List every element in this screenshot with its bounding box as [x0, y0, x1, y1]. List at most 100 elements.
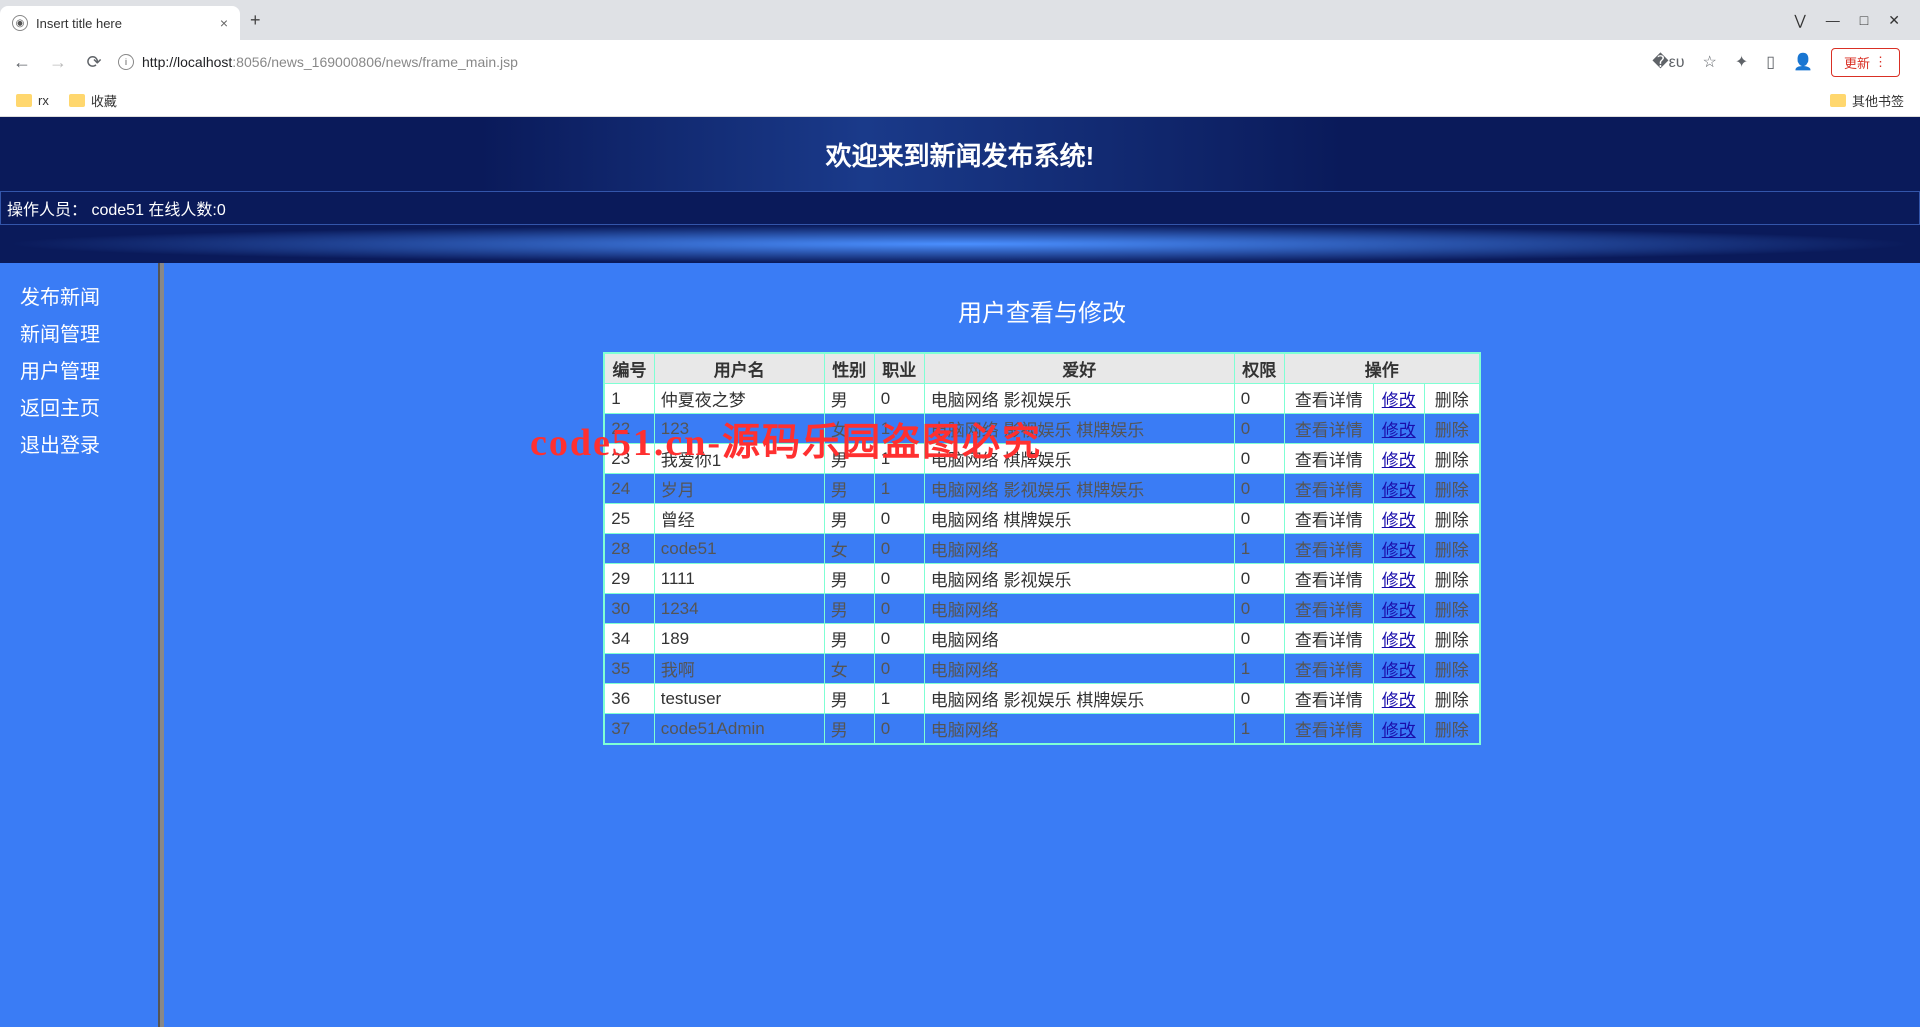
profile-icon[interactable]: 👤 — [1793, 52, 1813, 72]
cell-gender: 女 — [824, 534, 874, 564]
delete-link[interactable]: 删除 — [1431, 721, 1473, 740]
delete-link[interactable]: 删除 — [1431, 541, 1473, 560]
operator-label: 操作人员： — [7, 202, 87, 219]
star-icon[interactable]: ☆ — [1703, 52, 1717, 72]
cell-perm: 0 — [1234, 624, 1284, 654]
cell-job: 1 — [874, 474, 924, 504]
cell-op-view: 查看详情 — [1284, 594, 1373, 624]
view-link[interactable]: 查看详情 — [1291, 601, 1367, 620]
view-link[interactable]: 查看详情 — [1291, 481, 1367, 500]
cell-perm: 0 — [1234, 384, 1284, 414]
browser-tab[interactable]: ◉ Insert title here × — [0, 6, 240, 40]
view-link[interactable]: 查看详情 — [1291, 391, 1367, 410]
minimize-icon[interactable]: — — [1826, 12, 1840, 29]
view-link[interactable]: 查看详情 — [1291, 661, 1367, 680]
edit-link[interactable]: 修改 — [1380, 721, 1418, 740]
table-row: 291111男0电脑网络 影视娱乐0查看详情修改删除 — [604, 564, 1480, 594]
edit-link[interactable]: 修改 — [1380, 451, 1418, 470]
delete-link[interactable]: 删除 — [1431, 571, 1473, 590]
table-row: 23我爱你1男1电脑网络 棋牌娱乐0查看详情修改删除 — [604, 444, 1480, 474]
sidebar-item[interactable]: 返回主页 — [20, 388, 158, 425]
delete-link[interactable]: 删除 — [1431, 661, 1473, 680]
cell-op-del: 删除 — [1424, 444, 1480, 474]
view-link[interactable]: 查看详情 — [1291, 571, 1367, 590]
url-input[interactable]: i http://localhost:8056/news_169000806/n… — [118, 54, 1640, 70]
cell-id: 29 — [604, 564, 654, 594]
update-label: 更新 — [1844, 53, 1870, 72]
cell-op-del: 删除 — [1424, 624, 1480, 654]
delete-link[interactable]: 删除 — [1431, 601, 1473, 620]
folder-icon — [16, 94, 32, 107]
table-row: 28code51女0电脑网络1查看详情修改删除 — [604, 534, 1480, 564]
cell-op-edit: 修改 — [1373, 684, 1424, 714]
close-window-icon[interactable]: ✕ — [1888, 12, 1900, 29]
cell-perm: 0 — [1234, 414, 1284, 444]
cell-gender: 男 — [824, 504, 874, 534]
edit-link[interactable]: 修改 — [1380, 631, 1418, 650]
view-link[interactable]: 查看详情 — [1291, 451, 1367, 470]
view-link[interactable]: 查看详情 — [1291, 511, 1367, 530]
edit-link[interactable]: 修改 — [1380, 601, 1418, 620]
sidebar-item[interactable]: 退出登录 — [20, 425, 158, 462]
cell-op-edit: 修改 — [1373, 714, 1424, 745]
cell-op-edit: 修改 — [1373, 414, 1424, 444]
view-link[interactable]: 查看详情 — [1291, 691, 1367, 710]
side-panel-icon[interactable]: ▯ — [1766, 52, 1775, 72]
back-icon[interactable]: ← — [10, 52, 34, 73]
cell-job: 0 — [874, 594, 924, 624]
main-panel: 用户查看与修改 编号 用户名 性别 职业 爱好 权限 操作 1仲夏夜之梦男0电脑… — [164, 263, 1920, 1027]
bookmark-other[interactable]: 其他书签 — [1830, 91, 1904, 110]
bookmark-rx[interactable]: rx — [16, 93, 49, 108]
extensions-icon[interactable]: ✦ — [1735, 52, 1748, 72]
delete-link[interactable]: 删除 — [1431, 391, 1473, 410]
edit-link[interactable]: 修改 — [1380, 541, 1418, 560]
cell-perm: 1 — [1234, 534, 1284, 564]
close-icon[interactable]: × — [220, 15, 228, 31]
edit-link[interactable]: 修改 — [1380, 691, 1418, 710]
window-controls: ⋁ — □ ✕ — [1774, 12, 1920, 29]
view-link[interactable]: 查看详情 — [1291, 421, 1367, 440]
edit-link[interactable]: 修改 — [1380, 571, 1418, 590]
status-line: 操作人员： code51 在线人数:0 — [0, 191, 1920, 225]
bookmark-fav[interactable]: 收藏 — [69, 91, 117, 110]
edit-link[interactable]: 修改 — [1380, 421, 1418, 440]
chevron-down-icon[interactable]: ⋁ — [1794, 12, 1805, 29]
delete-link[interactable]: 删除 — [1431, 481, 1473, 500]
table-row: 25曾经男0电脑网络 棋牌娱乐0查看详情修改删除 — [604, 504, 1480, 534]
cell-name: 1234 — [654, 594, 824, 624]
cell-op-view: 查看详情 — [1284, 414, 1373, 444]
sidebar-item[interactable]: 新闻管理 — [20, 314, 158, 351]
delete-link[interactable]: 删除 — [1431, 691, 1473, 710]
view-link[interactable]: 查看详情 — [1291, 721, 1367, 740]
view-link[interactable]: 查看详情 — [1291, 631, 1367, 650]
forward-icon[interactable]: → — [46, 52, 70, 73]
cell-op-view: 查看详情 — [1284, 684, 1373, 714]
user-table: 编号 用户名 性别 职业 爱好 权限 操作 1仲夏夜之梦男0电脑网络 影视娱乐0… — [603, 352, 1481, 745]
reload-icon[interactable]: ⟳ — [82, 52, 106, 73]
delete-link[interactable]: 删除 — [1431, 451, 1473, 470]
view-link[interactable]: 查看详情 — [1291, 541, 1367, 560]
sidebar-item[interactable]: 用户管理 — [20, 351, 158, 388]
edit-link[interactable]: 修改 — [1380, 391, 1418, 410]
share-icon[interactable]: �ευ — [1652, 52, 1684, 72]
maximize-icon[interactable]: □ — [1860, 12, 1868, 29]
delete-link[interactable]: 删除 — [1431, 511, 1473, 530]
new-tab-button[interactable]: + — [240, 10, 271, 31]
update-button[interactable]: 更新⋮ — [1831, 48, 1900, 77]
cell-job: 0 — [874, 714, 924, 745]
delete-link[interactable]: 删除 — [1431, 631, 1473, 650]
cell-op-del: 删除 — [1424, 714, 1480, 745]
cell-perm: 0 — [1234, 474, 1284, 504]
cell-op-view: 查看详情 — [1284, 444, 1373, 474]
cell-op-edit: 修改 — [1373, 444, 1424, 474]
cell-hobby: 电脑网络 — [924, 534, 1234, 564]
edit-link[interactable]: 修改 — [1380, 481, 1418, 500]
edit-link[interactable]: 修改 — [1380, 661, 1418, 680]
edit-link[interactable]: 修改 — [1380, 511, 1418, 530]
url-host: http://localhost — [142, 54, 232, 70]
sidebar-item[interactable]: 发布新闻 — [20, 277, 158, 314]
cell-id: 36 — [604, 684, 654, 714]
delete-link[interactable]: 删除 — [1431, 421, 1473, 440]
th-job: 职业 — [874, 353, 924, 384]
cell-id: 37 — [604, 714, 654, 745]
